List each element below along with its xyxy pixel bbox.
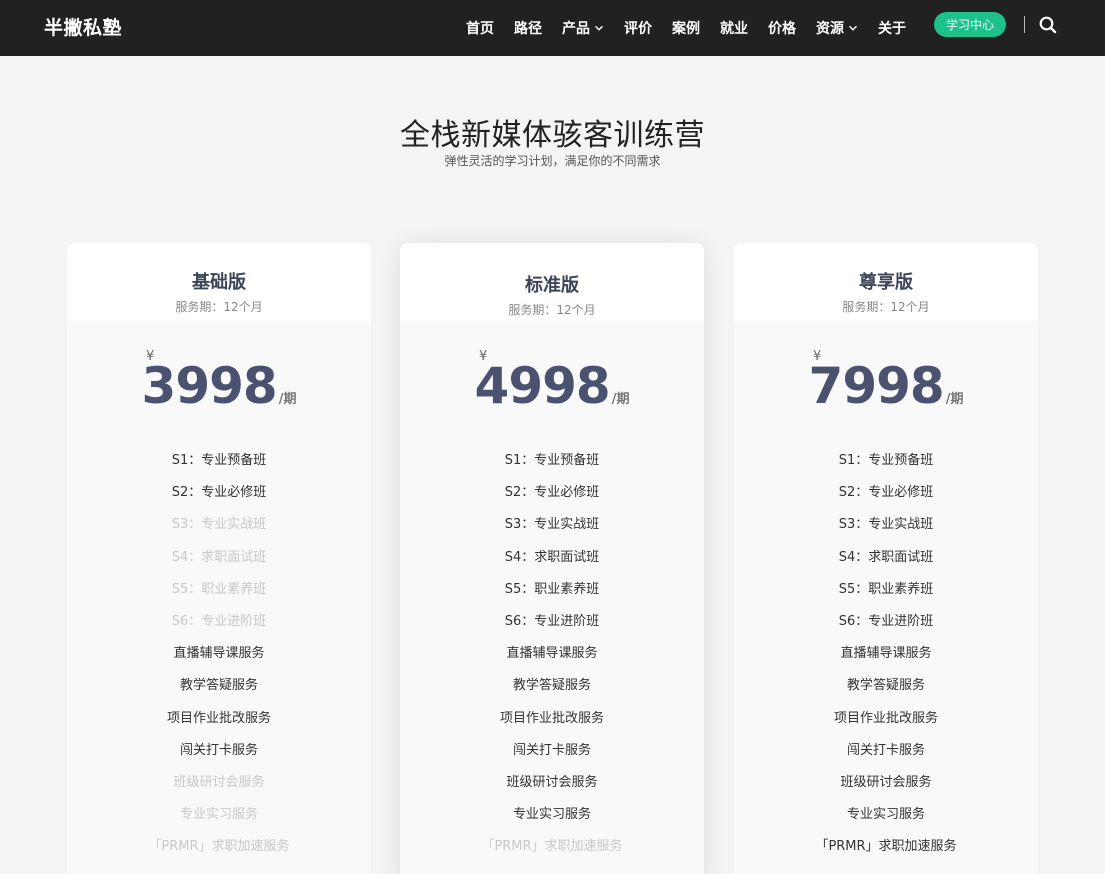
chevron-down-icon [848, 25, 858, 31]
feature-item: S4：求职面试班 [171, 549, 267, 565]
feature-item: 教学答疑服务 [512, 678, 591, 694]
feature-item: S2：专业必修班 [838, 485, 934, 501]
plan-period: 服务期：12个月 [508, 303, 596, 317]
plan-name: 尊享版 [859, 272, 913, 293]
nav-item[interactable]: 路径 [504, 18, 552, 38]
feature-item: 专业实习服务 [179, 807, 258, 823]
plan-card-header: 尊享版 服务期：12个月 [734, 243, 1038, 321]
nav-item[interactable]: 案例 [662, 18, 710, 38]
plan-price: ¥ 4998 /期 [400, 321, 704, 425]
feature-item: S1：专业预备班 [838, 453, 934, 468]
nav-item-label: 评价 [624, 21, 652, 37]
feature-item: 项目作业批改服务 [166, 710, 271, 726]
plan-card-header: 基础版 服务期：12个月 [67, 243, 371, 321]
feature-item: S1：专业预备班 [504, 453, 600, 468]
price-amount: 3998 [141, 357, 278, 415]
learning-center-button[interactable]: 学习中心 [934, 12, 1006, 37]
feature-item: 专业实习服务 [512, 807, 591, 823]
nav-item[interactable]: 评价 [614, 18, 662, 38]
feature-item: 班级研讨会服务 [840, 774, 932, 790]
feature-item: S6：专业进阶班 [838, 613, 934, 629]
feature-item: S3：专业实战班 [838, 517, 934, 533]
feature-item: 项目作业批改服务 [499, 710, 604, 726]
nav-item-label: 路径 [514, 21, 542, 37]
feature-item: S6：专业进阶班 [504, 613, 600, 629]
chevron-down-icon [594, 25, 604, 31]
main-nav: 首页 路径 产品 评价 案例 就业 价格 资源 关于 [456, 0, 916, 56]
nav-item[interactable]: 关于 [868, 18, 916, 38]
feature-item: 直播辅导课服务 [840, 646, 932, 662]
plan-price: ¥ 3998 /期 [67, 321, 371, 425]
nav-item[interactable]: 产品 [552, 18, 614, 38]
nav-item[interactable]: 价格 [758, 18, 806, 38]
nav-item-label: 就业 [720, 21, 748, 37]
nav-divider [1024, 16, 1025, 33]
feature-item: S4：求职面试班 [504, 549, 600, 565]
plan-period: 服务期：12个月 [842, 300, 930, 314]
feature-item: S6：专业进阶班 [171, 613, 267, 629]
price-unit: /期 [611, 392, 630, 407]
price-amount: 7998 [808, 357, 945, 415]
top-navbar: 半撇私塾 首页 路径 产品 评价 案例 就业 价格 资源 关于 学习中心 [0, 0, 1105, 56]
price-unit: /期 [945, 392, 964, 407]
search-button[interactable] [1037, 14, 1059, 36]
nav-item-label: 产品 [562, 21, 590, 37]
feature-item: 班级研讨会服务 [173, 774, 265, 790]
feature-item: 「PRMR」求职加速服务 [148, 839, 290, 855]
feature-item: S5：职业素养班 [171, 581, 267, 597]
nav-item-label: 案例 [672, 21, 700, 37]
feature-item: S5：职业素养班 [838, 581, 934, 597]
feature-item: 专业实习服务 [846, 807, 925, 823]
plan-card-basic[interactable]: 基础版 服务期：12个月 ¥ 3998 /期 S1：专业预备班 S2：专业必修班 S… [67, 243, 371, 874]
feature-item: S2：专业必修班 [504, 485, 600, 501]
plan-name: 标准版 [525, 275, 579, 296]
feature-item: 教学答疑服务 [179, 678, 258, 694]
feature-item: S1：专业预备班 [171, 453, 267, 468]
feature-item: 闯关打卡服务 [846, 742, 925, 758]
feature-item: S5：职业素养班 [504, 581, 600, 597]
site-logo[interactable]: 半撇私塾 [44, 13, 122, 40]
feature-item: 项目作业批改服务 [833, 710, 938, 726]
feature-item: 「PRMR」求职加速服务 [481, 839, 623, 855]
feature-item: 闯关打卡服务 [512, 742, 591, 758]
feature-item: 教学答疑服务 [846, 678, 925, 694]
nav-item-label: 资源 [816, 21, 844, 37]
currency-symbol: ¥ [479, 349, 488, 364]
nav-item[interactable]: 首页 [456, 18, 504, 38]
feature-item: S2：专业必修班 [171, 485, 267, 501]
price-unit: /期 [278, 392, 297, 407]
nav-item-label: 关于 [878, 21, 906, 37]
feature-list: S1：专业预备班 S2：专业必修班 S3：专业实战班 S4：求职面试班 S5：职业素养班… [67, 445, 371, 863]
feature-item: S4：求职面试班 [838, 549, 934, 565]
plan-price: ¥ 7998 /期 [734, 321, 1038, 425]
price-amount: 4998 [474, 357, 611, 415]
feature-item: 「PRMR」求职加速服务 [815, 839, 957, 855]
nav-item-label: 价格 [768, 21, 796, 37]
plan-card-header: 标准版 服务期：12个月 [400, 243, 704, 321]
feature-item: S3：专业实战班 [171, 517, 267, 533]
feature-item: S3：专业实战班 [504, 517, 600, 533]
page-title: 全栈新媒体骇客训练营 [400, 118, 705, 153]
nav-item[interactable]: 资源 [806, 18, 868, 38]
currency-symbol: ¥ [813, 349, 822, 364]
feature-list: S1：专业预备班 S2：专业必修班 S3：专业实战班 S4：求职面试班 S5：职业素养班… [734, 445, 1038, 863]
plan-card-premium[interactable]: 尊享版 服务期：12个月 ¥ 7998 /期 S1：专业预备班 S2：专业必修班 S… [734, 243, 1038, 874]
nav-item-label: 首页 [466, 21, 494, 37]
feature-item: 班级研讨会服务 [506, 774, 598, 790]
currency-symbol: ¥ [146, 349, 155, 364]
feature-item: 直播辅导课服务 [506, 646, 598, 662]
feature-item: 闯关打卡服务 [179, 742, 258, 758]
nav-item[interactable]: 就业 [710, 18, 758, 38]
plan-name: 基础版 [192, 272, 246, 293]
search-icon [1039, 16, 1057, 34]
feature-list: S1：专业预备班 S2：专业必修班 S3：专业实战班 S4：求职面试班 S5：职业素养班… [400, 445, 704, 863]
plan-period: 服务期：12个月 [175, 300, 263, 314]
feature-item: 直播辅导课服务 [173, 646, 265, 662]
page-subtitle: 弹性灵活的学习计划，满足你的不同需求 [444, 154, 661, 168]
plan-card-standard[interactable]: 标准版 服务期：12个月 ¥ 4998 /期 S1：专业预备班 S2：专业必修班 S… [400, 243, 704, 874]
